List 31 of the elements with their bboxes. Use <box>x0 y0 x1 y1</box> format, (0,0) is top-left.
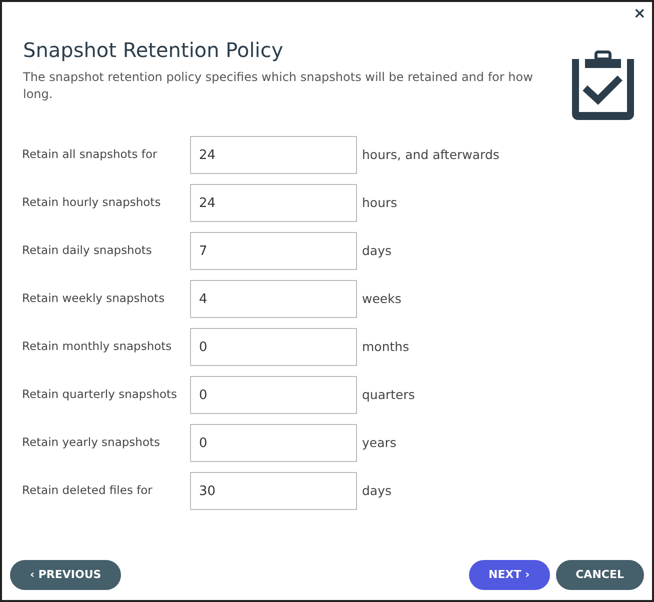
unit-label: months <box>362 338 410 356</box>
unit-label: years <box>362 434 396 452</box>
unit-label: quarters <box>362 386 415 404</box>
number-field[interactable]: 0 <box>190 424 357 462</box>
close-button[interactable]: × <box>633 6 646 21</box>
field-label: Retain deleted files for <box>22 482 154 500</box>
description-text: The snapshot retention policy specifies which snapshots will be retained and for how long. <box>23 69 534 103</box>
number-field[interactable]: 0 <box>190 376 357 414</box>
unit-label: days <box>362 482 392 500</box>
number-field[interactable]: 30 <box>190 472 357 510</box>
unit-label: days <box>362 242 392 260</box>
field-label: Retain all snapshots for <box>22 146 158 164</box>
next-button[interactable]: NEXT › <box>468 560 550 590</box>
number-field[interactable]: 4 <box>190 280 357 318</box>
unit-label: hours <box>362 194 398 212</box>
number-field[interactable]: 7 <box>190 232 357 270</box>
field-label: Retain yearly snapshots <box>22 434 161 452</box>
field-label: Retain weekly snapshots <box>22 290 166 308</box>
number-field[interactable]: 24 <box>190 184 357 222</box>
dialog-title: Snapshot Retention Policy <box>23 38 284 63</box>
unit-label: weeks <box>362 290 402 308</box>
unit-label: hours, and afterwards <box>362 146 500 164</box>
number-field[interactable]: 0 <box>190 328 357 366</box>
field-label: Retain daily snapshots <box>22 242 153 260</box>
number-field[interactable]: 24 <box>190 136 357 174</box>
action-button[interactable]: ‹ PREVIOUS <box>10 560 122 590</box>
field-label: Retain monthly snapshots <box>22 338 173 356</box>
field-label: Retain hourly snapshots <box>22 194 162 212</box>
action-button[interactable]: CANCEL <box>556 560 644 590</box>
clipboard-check-icon <box>570 50 636 122</box>
field-label: Retain quarterly snapshots <box>22 386 178 404</box>
